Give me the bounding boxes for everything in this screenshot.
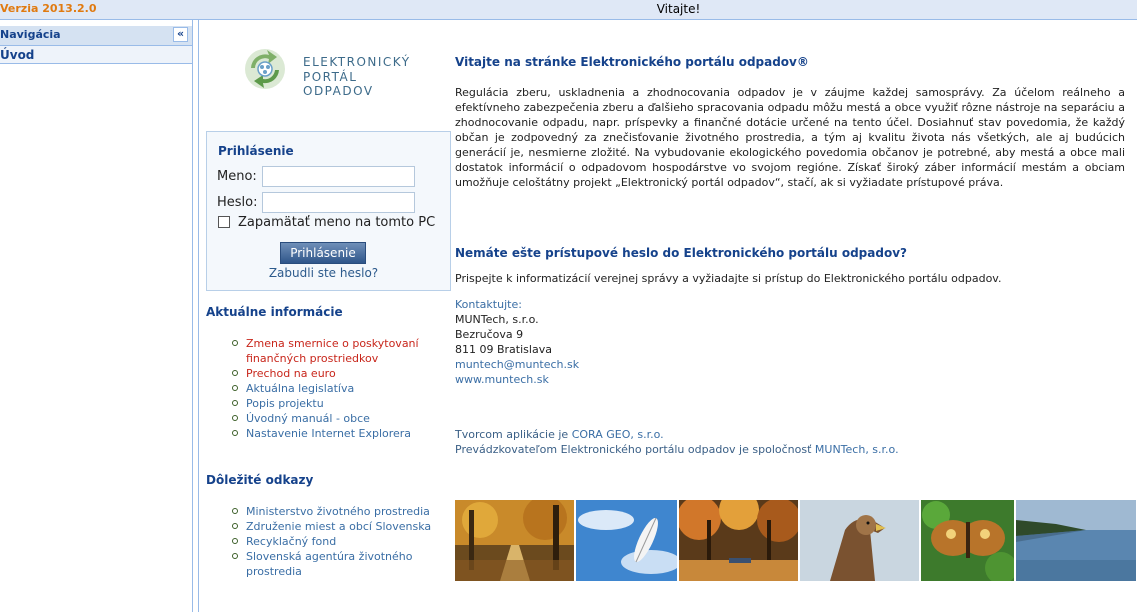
- news-item[interactable]: Zmena smernice o poskytovaní finančných …: [232, 336, 432, 366]
- operator-link[interactable]: MUNTech, s.r.o.: [815, 443, 899, 456]
- bullet-icon: [232, 400, 238, 406]
- photo-butterfly-image: [921, 500, 1014, 581]
- collapse-icon[interactable]: «: [173, 27, 188, 42]
- access-heading: Nemáte ešte prístupové heslo do Elektron…: [455, 246, 907, 260]
- logo-text-line2: PORTÁL ODPADOV: [303, 70, 374, 98]
- welcome-title: Vitajte!: [656, 2, 701, 16]
- contact-street: Bezručova 9: [455, 328, 524, 341]
- link-item[interactable]: Združenie miest a obcí Slovenska: [232, 519, 432, 534]
- news-item[interactable]: Prechod na euro: [232, 366, 432, 381]
- welcome-heading: Vitajte na stránke Elektronického portál…: [455, 55, 809, 69]
- forgot-password-link[interactable]: Zabudli ste heslo?: [207, 266, 440, 280]
- top-bar: Verzia 2013.2.0 Vitajte!: [0, 0, 1137, 20]
- news-item[interactable]: Popis projektu: [232, 396, 432, 411]
- contact-email-link[interactable]: muntech@muntech.sk: [455, 357, 579, 372]
- photo-eagle-image: [799, 500, 920, 581]
- photo-feather-sky: [576, 500, 677, 581]
- login-title: Prihlásenie: [218, 144, 294, 158]
- news-item-label: Popis projektu: [246, 397, 324, 410]
- username-input[interactable]: [262, 166, 415, 187]
- news-title: Aktuálne informácie: [206, 305, 343, 319]
- links-title: Dôležité odkazy: [206, 473, 314, 487]
- photo-autumn-park-bench-image: [678, 500, 798, 581]
- contact-label: Kontaktujte:: [455, 298, 522, 311]
- recycle-logo-icon: [245, 49, 285, 89]
- contact-block: Kontaktujte: MUNTech, s.r.o. Bezručova 9…: [455, 297, 579, 387]
- news-item-label: Aktuálna legislatíva: [246, 382, 355, 395]
- navigation-title: Navigácia: [0, 28, 61, 41]
- photo-autumn-park-bench: [678, 500, 798, 581]
- bullet-icon: [232, 538, 238, 544]
- login-button[interactable]: Prihlásenie: [280, 242, 366, 264]
- bullet-icon: [232, 430, 238, 436]
- news-item[interactable]: Aktuálna legislatíva: [232, 381, 432, 396]
- link-item[interactable]: Slovenská agentúra životného prostredia: [232, 549, 432, 579]
- contact-city: 811 09 Bratislava: [455, 343, 552, 356]
- logo-text-line1: ELEKTRONICKÝ: [303, 55, 411, 69]
- photo-lake-shore: [1015, 500, 1136, 581]
- author-link[interactable]: CORA GEO, s.r.o.: [572, 428, 664, 441]
- nav-item-uvod[interactable]: Úvod: [0, 46, 192, 64]
- link-item[interactable]: Ministerstvo životného prostredia: [232, 504, 432, 519]
- news-item[interactable]: Nastavenie Internet Explorera: [232, 426, 432, 441]
- links-list: Ministerstvo životného prostredia Združe…: [232, 504, 432, 579]
- login-panel: Prihlásenie Meno: Heslo: Zapamätať meno …: [206, 131, 451, 291]
- news-item-label: Nastavenie Internet Explorera: [246, 427, 412, 440]
- link-item-label: Združenie miest a obcí Slovenska: [246, 520, 432, 533]
- author-prefix: Tvorcom aplikácie je: [455, 428, 569, 441]
- photo-lake-shore-image: [1015, 500, 1136, 581]
- photo-autumn-forest-path-image: [455, 500, 575, 581]
- navigation-header: Navigácia «: [0, 20, 192, 46]
- main-content: ELEKTRONICKÝ PORTÁL ODPADOV Prihlásenie …: [198, 20, 1137, 612]
- link-item[interactable]: Recyklačný fond: [232, 534, 432, 549]
- news-item[interactable]: Úvodný manuál - obce: [232, 411, 432, 426]
- bullet-icon: [232, 508, 238, 514]
- bullet-icon: [232, 523, 238, 529]
- photo-strip: [455, 500, 1137, 581]
- bullet-icon: [232, 415, 238, 421]
- bullet-icon: [232, 553, 238, 559]
- remember-label: Zapamätať meno na tomto PC: [238, 215, 436, 230]
- portal-logo[interactable]: ELEKTRONICKÝ PORTÁL ODPADOV: [243, 46, 423, 98]
- photo-butterfly: [921, 500, 1014, 581]
- photo-feather-sky-image: [576, 500, 677, 581]
- navigation-panel: Navigácia « Úvod: [0, 20, 193, 612]
- operator-prefix: Prevádzkovateľom Elektronického portálu …: [455, 443, 812, 456]
- bullet-icon: [232, 340, 238, 346]
- news-item-label: Úvodný manuál - obce: [246, 412, 370, 425]
- contact-web-link[interactable]: www.muntech.sk: [455, 372, 579, 387]
- link-item-label: Ministerstvo životného prostredia: [246, 505, 430, 518]
- bullet-icon: [232, 370, 238, 376]
- operator-credit: Prevádzkovateľom Elektronického portálu …: [455, 442, 899, 457]
- news-item-label: Zmena smernice o poskytovaní finančných …: [246, 337, 419, 365]
- photo-autumn-forest-path: [455, 500, 575, 581]
- password-input[interactable]: [262, 192, 415, 213]
- link-item-label: Slovenská agentúra životného prostredia: [246, 550, 413, 578]
- author-credit: Tvorcom aplikácie je CORA GEO, s.r.o.: [455, 427, 899, 442]
- credits-block: Tvorcom aplikácie je CORA GEO, s.r.o. Pr…: [455, 427, 899, 457]
- photo-eagle: [799, 500, 920, 581]
- password-label: Heslo:: [217, 195, 258, 210]
- username-label: Meno:: [217, 169, 257, 184]
- link-item-label: Recyklačný fond: [246, 535, 337, 548]
- access-text: Prispejte k informatizácií verejnej sprá…: [455, 272, 1002, 285]
- news-list: Zmena smernice o poskytovaní finančných …: [232, 336, 432, 441]
- remember-checkbox[interactable]: [218, 216, 230, 228]
- news-item-label: Prechod na euro: [246, 367, 336, 380]
- bullet-icon: [232, 385, 238, 391]
- contact-company: MUNTech, s.r.o.: [455, 313, 539, 326]
- intro-paragraph: Regulácia zberu, uskladnenia a zhodnocov…: [455, 86, 1125, 189]
